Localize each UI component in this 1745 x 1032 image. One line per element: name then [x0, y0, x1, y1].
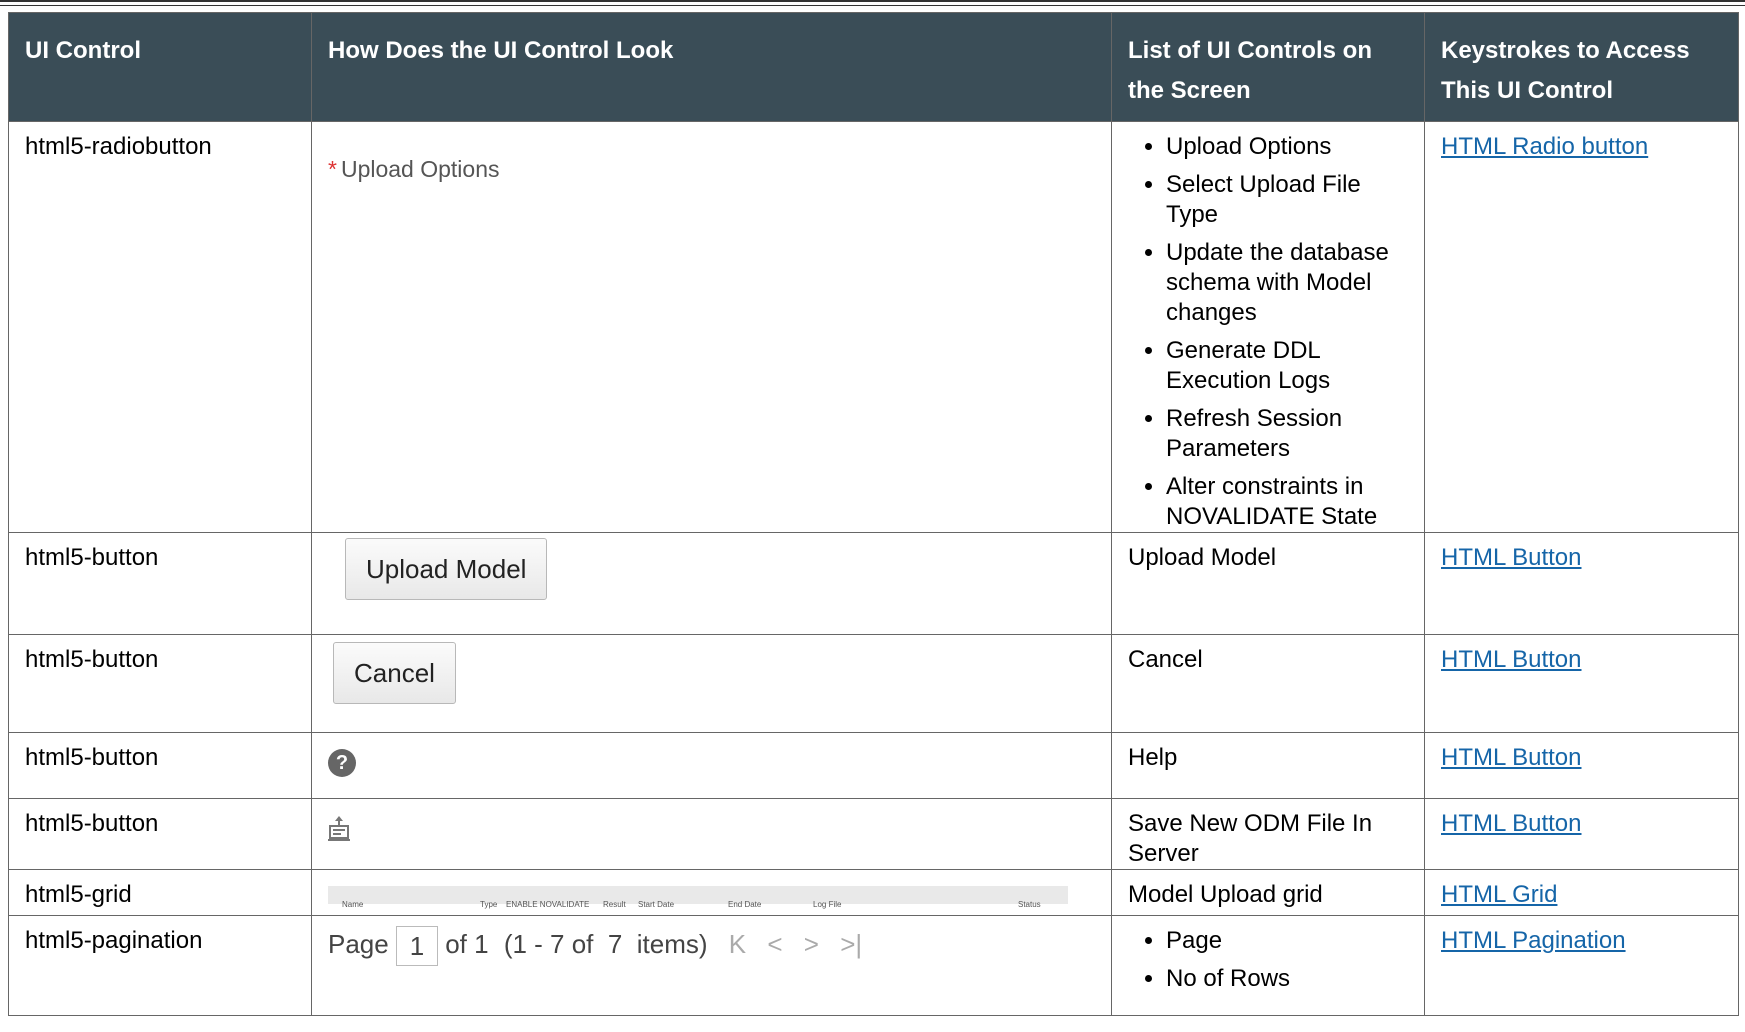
grid-col-result: Result [603, 900, 626, 909]
table-row: html5-button Upload Model Upload Model H… [8, 532, 1739, 635]
look-cell: Cancel [311, 634, 1112, 733]
first-page-icon[interactable]: K [729, 929, 746, 959]
header-keystrokes: Keystrokes to Access This UI Control [1424, 12, 1739, 122]
next-page-icon[interactable]: > [804, 929, 819, 959]
pagination-link[interactable]: HTML Pagination [1441, 927, 1626, 954]
look-cell: Page 1 of 1 (1 - 7 of 7 items) K < > >| [311, 915, 1112, 1016]
header-ui-control: UI Control [8, 12, 312, 122]
prev-page-icon[interactable]: < [767, 929, 782, 959]
look-cell: ? [311, 732, 1112, 799]
header-row: UI Control How Does the UI Control Look … [8, 12, 1739, 122]
list-item: No of Rows [1166, 964, 1408, 994]
link-cell: HTML Button [1424, 532, 1739, 635]
upload-model-button[interactable]: Upload Model [345, 538, 548, 600]
save-to-server-icon[interactable] [328, 815, 350, 849]
control-name: html5-button [8, 634, 312, 733]
grid-link[interactable]: HTML Grid [1441, 881, 1557, 908]
table-row: html5-button Cancel Cancel HTML Button [8, 634, 1739, 733]
page-of-text: of 1 [445, 928, 489, 959]
link-cell: HTML Radio button [1424, 121, 1739, 533]
control-name: html5-radiobutton [8, 121, 312, 533]
required-marker: * [328, 156, 337, 182]
radio-button-link[interactable]: HTML Radio button [1441, 133, 1648, 160]
control-name: html5-pagination [8, 915, 312, 1016]
list-item: Upload Options [1166, 132, 1408, 162]
list-item: Select Upload File Type [1166, 170, 1408, 230]
grid-col-enable-novalidate: ENABLE NOVALIDATE [506, 900, 590, 909]
look-cell [311, 798, 1112, 870]
table-row: html5-radiobutton *Upload Options Upload… [8, 121, 1739, 533]
button-link[interactable]: HTML Button [1441, 544, 1582, 571]
list-item: Alter constraints in NOVALIDATE State [1166, 472, 1408, 532]
grid-col-type: Type [480, 900, 498, 909]
control-name: html5-button [8, 732, 312, 799]
page-range-text: (1 - 7 of 7 items) [503, 928, 708, 959]
control-name: html5-button [8, 798, 312, 870]
list-item: Refresh Session Parameters [1166, 404, 1408, 464]
top-rule [0, 0, 1745, 6]
table-row: html5-button Save New ODM File In Server… [8, 798, 1739, 870]
pagination-bar: Page 1 of 1 (1 - 7 of 7 items) K < > >| [328, 926, 1095, 966]
button-link[interactable]: HTML Button [1441, 810, 1582, 837]
link-cell: HTML Button [1424, 732, 1739, 799]
grid-col-start-date: Start Date [638, 900, 675, 909]
link-cell: HTML Button [1424, 798, 1739, 870]
header-look: How Does the UI Control Look [311, 12, 1112, 122]
list-cell: Model Upload grid [1111, 869, 1425, 916]
grid-col-end-date: End Date [728, 900, 762, 909]
grid-col-log-file: Log File [813, 900, 842, 909]
list-cell: Save New ODM File In Server [1111, 798, 1425, 870]
last-page-icon[interactable]: >| [840, 929, 862, 959]
link-cell: HTML Button [1424, 634, 1739, 733]
control-name: html5-button [8, 532, 312, 635]
list-cell: Help [1111, 732, 1425, 799]
table-row: html5-grid Name Type ENABLE NOVALIDATE R… [8, 869, 1739, 916]
list-item: Generate DDL Execution Logs [1166, 336, 1408, 396]
grid-col-status: Status [1018, 900, 1041, 909]
list-cell: Upload Model [1111, 532, 1425, 635]
look-cell: Name Type ENABLE NOVALIDATE Result Start… [311, 869, 1112, 916]
page-number-input[interactable]: 1 [395, 926, 438, 966]
model-upload-grid-header[interactable]: Name Type ENABLE NOVALIDATE Result Start… [328, 886, 1068, 909]
page-label: Page [328, 928, 389, 959]
look-cell: Upload Model [311, 532, 1112, 635]
control-name: html5-grid [8, 869, 312, 916]
grid-col-name: Name [342, 900, 364, 909]
link-cell: HTML Pagination [1424, 915, 1739, 1016]
link-cell: HTML Grid [1424, 869, 1739, 916]
upload-options-label: * Upload Options [328, 156, 500, 182]
table-row: html5-button ? Help HTML Button [8, 732, 1739, 799]
list-item: Update the database schema with Model ch… [1166, 238, 1408, 328]
list-cell: Page No of Rows [1111, 915, 1425, 1016]
list-cell: Upload Options Select Upload File Type U… [1111, 121, 1425, 533]
button-link[interactable]: HTML Button [1441, 646, 1582, 673]
list-cell: Cancel [1111, 634, 1425, 733]
ui-controls-table: UI Control How Does the UI Control Look … [8, 12, 1739, 1016]
cancel-button[interactable]: Cancel [333, 642, 456, 704]
table-row: html5-pagination Page 1 of 1 (1 - 7 of 7… [8, 915, 1739, 1016]
list-item: Page [1166, 926, 1408, 956]
button-link[interactable]: HTML Button [1441, 744, 1582, 771]
help-icon[interactable]: ? [328, 749, 356, 777]
look-cell: * Upload Options [311, 121, 1112, 533]
header-list: List of UI Controls on the Screen [1111, 12, 1425, 122]
